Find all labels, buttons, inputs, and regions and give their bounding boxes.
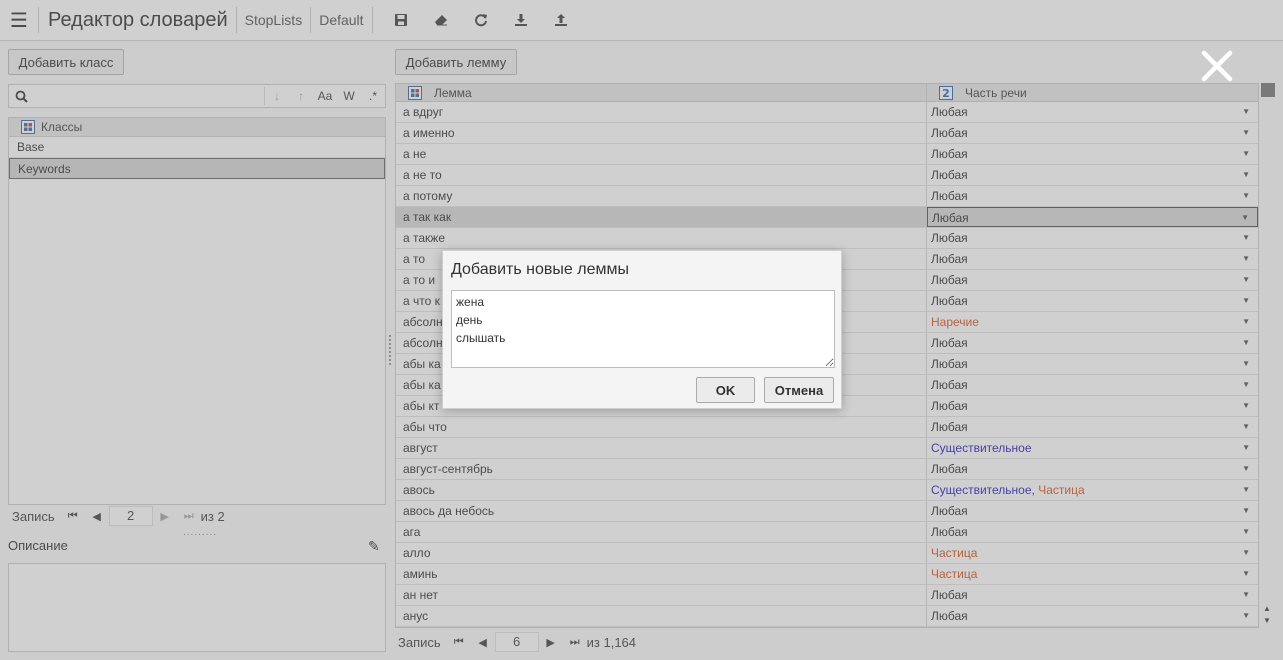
dialog-title: Добавить новые леммы	[451, 261, 629, 278]
lemmas-textarea[interactable]	[451, 290, 835, 368]
close-icon[interactable]	[1197, 46, 1237, 86]
ok-button[interactable]: OK	[696, 377, 755, 403]
cancel-button[interactable]: Отмена	[764, 377, 834, 403]
add-lemmas-dialog: Добавить новые леммы OK Отмена	[442, 250, 842, 409]
dictionary-editor: ☰ Редактор словарей StopLists Default До…	[0, 0, 1283, 660]
